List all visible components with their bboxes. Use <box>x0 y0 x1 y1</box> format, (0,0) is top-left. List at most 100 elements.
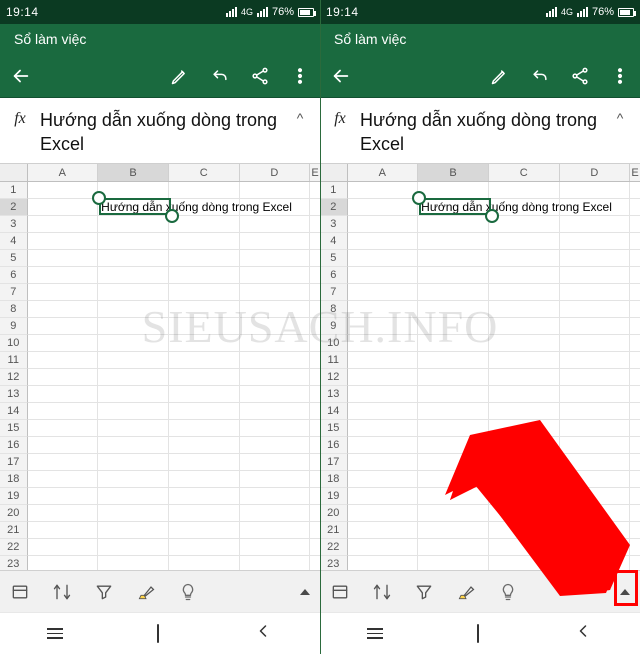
cell-C15[interactable] <box>169 420 240 437</box>
cell-C22[interactable] <box>169 539 240 556</box>
cell-D14[interactable] <box>240 403 311 420</box>
cell-E10[interactable] <box>310 335 320 352</box>
row-header-5[interactable]: 5 <box>320 250 348 267</box>
cell-E17[interactable] <box>310 454 320 471</box>
sort-icon[interactable] <box>52 582 72 602</box>
cell-E18[interactable] <box>310 471 320 488</box>
cell-C12[interactable] <box>489 369 560 386</box>
cell-E15[interactable] <box>310 420 320 437</box>
cell-C23[interactable] <box>169 556 240 570</box>
cell-C9[interactable] <box>169 318 240 335</box>
more-icon[interactable] <box>290 66 310 86</box>
cell-B8[interactable] <box>98 301 169 318</box>
cell-E9[interactable] <box>630 318 640 335</box>
row-header-21[interactable]: 21 <box>0 522 28 539</box>
cell-B2[interactable]: Hướng dẫn xuống dòng trong Excel <box>98 199 169 216</box>
cell-B21[interactable] <box>418 522 489 539</box>
cell-A11[interactable] <box>348 352 419 369</box>
cell-B6[interactable] <box>98 267 169 284</box>
cell-E18[interactable] <box>630 471 640 488</box>
cell-A21[interactable] <box>28 522 99 539</box>
cell-C4[interactable] <box>489 233 560 250</box>
cell-A13[interactable] <box>348 386 419 403</box>
row-header-1[interactable]: 1 <box>320 182 348 199</box>
cell-B23[interactable] <box>418 556 489 570</box>
cell-D2[interactable] <box>560 199 631 216</box>
cell-E20[interactable] <box>310 505 320 522</box>
row-header-14[interactable]: 14 <box>0 403 28 420</box>
row-header-19[interactable]: 19 <box>320 488 348 505</box>
cell-B8[interactable] <box>418 301 489 318</box>
cell-A20[interactable] <box>28 505 99 522</box>
cell-D17[interactable] <box>240 454 311 471</box>
cell-C7[interactable] <box>489 284 560 301</box>
cell-C11[interactable] <box>169 352 240 369</box>
cell-B13[interactable] <box>98 386 169 403</box>
cell-E16[interactable] <box>630 437 640 454</box>
cell-E7[interactable] <box>310 284 320 301</box>
cell-A8[interactable] <box>28 301 99 318</box>
row-header-23[interactable]: 23 <box>0 556 28 570</box>
row-header-4[interactable]: 4 <box>320 233 348 250</box>
cell-C21[interactable] <box>169 522 240 539</box>
cell-A17[interactable] <box>28 454 99 471</box>
cell-C7[interactable] <box>169 284 240 301</box>
cell-A6[interactable] <box>28 267 99 284</box>
cell-D18[interactable] <box>240 471 311 488</box>
row-header-16[interactable]: 16 <box>320 437 348 454</box>
cell-D4[interactable] <box>240 233 311 250</box>
bulb-icon[interactable] <box>178 582 198 602</box>
cell-A2[interactable] <box>28 199 99 216</box>
cell-D3[interactable] <box>560 216 631 233</box>
cell-A19[interactable] <box>28 488 99 505</box>
row-header-6[interactable]: 6 <box>0 267 28 284</box>
cell-E15[interactable] <box>630 420 640 437</box>
row-header-9[interactable]: 9 <box>0 318 28 335</box>
row-header-22[interactable]: 22 <box>320 539 348 556</box>
cell-C5[interactable] <box>489 250 560 267</box>
cell-D22[interactable] <box>240 539 311 556</box>
cell-A17[interactable] <box>348 454 419 471</box>
row-header-22[interactable]: 22 <box>0 539 28 556</box>
cell-C8[interactable] <box>489 301 560 318</box>
cell-E4[interactable] <box>310 233 320 250</box>
back-icon[interactable] <box>10 65 32 87</box>
filter-icon[interactable] <box>94 582 114 602</box>
row-header-15[interactable]: 15 <box>320 420 348 437</box>
cell-B3[interactable] <box>98 216 169 233</box>
cell-E12[interactable] <box>310 369 320 386</box>
row-header-14[interactable]: 14 <box>320 403 348 420</box>
cell-B22[interactable] <box>418 539 489 556</box>
cell-A18[interactable] <box>28 471 99 488</box>
row-header-1[interactable]: 1 <box>0 182 28 199</box>
cell-A12[interactable] <box>348 369 419 386</box>
cell-B7[interactable] <box>98 284 169 301</box>
cell-B5[interactable] <box>418 250 489 267</box>
cell-B19[interactable] <box>418 488 489 505</box>
cell-B20[interactable] <box>98 505 169 522</box>
cell-D11[interactable] <box>560 352 631 369</box>
cell-A16[interactable] <box>348 437 419 454</box>
cell-E11[interactable] <box>310 352 320 369</box>
cell-C2[interactable] <box>169 199 240 216</box>
cell-D8[interactable] <box>240 301 311 318</box>
cell-E12[interactable] <box>630 369 640 386</box>
cell-A16[interactable] <box>28 437 99 454</box>
back-icon[interactable] <box>330 65 352 87</box>
cell-C18[interactable] <box>489 471 560 488</box>
formula-text[interactable]: Hướng dẫn xuống dòng trong Excel <box>40 108 284 156</box>
row-header-21[interactable]: 21 <box>320 522 348 539</box>
row-header-17[interactable]: 17 <box>320 454 348 471</box>
cell-E10[interactable] <box>630 335 640 352</box>
col-header-C[interactable]: C <box>489 164 560 181</box>
row-header-20[interactable]: 20 <box>320 505 348 522</box>
spreadsheet-grid[interactable]: ABCDE12Hướng dẫn xuống dòng trong Excel3… <box>320 164 640 570</box>
cell-A9[interactable] <box>28 318 99 335</box>
row-header-19[interactable]: 19 <box>0 488 28 505</box>
row-header-8[interactable]: 8 <box>0 301 28 318</box>
cell-C16[interactable] <box>489 437 560 454</box>
cell-B13[interactable] <box>418 386 489 403</box>
cell-C4[interactable] <box>169 233 240 250</box>
cell-C8[interactable] <box>169 301 240 318</box>
sort-icon[interactable] <box>372 582 392 602</box>
